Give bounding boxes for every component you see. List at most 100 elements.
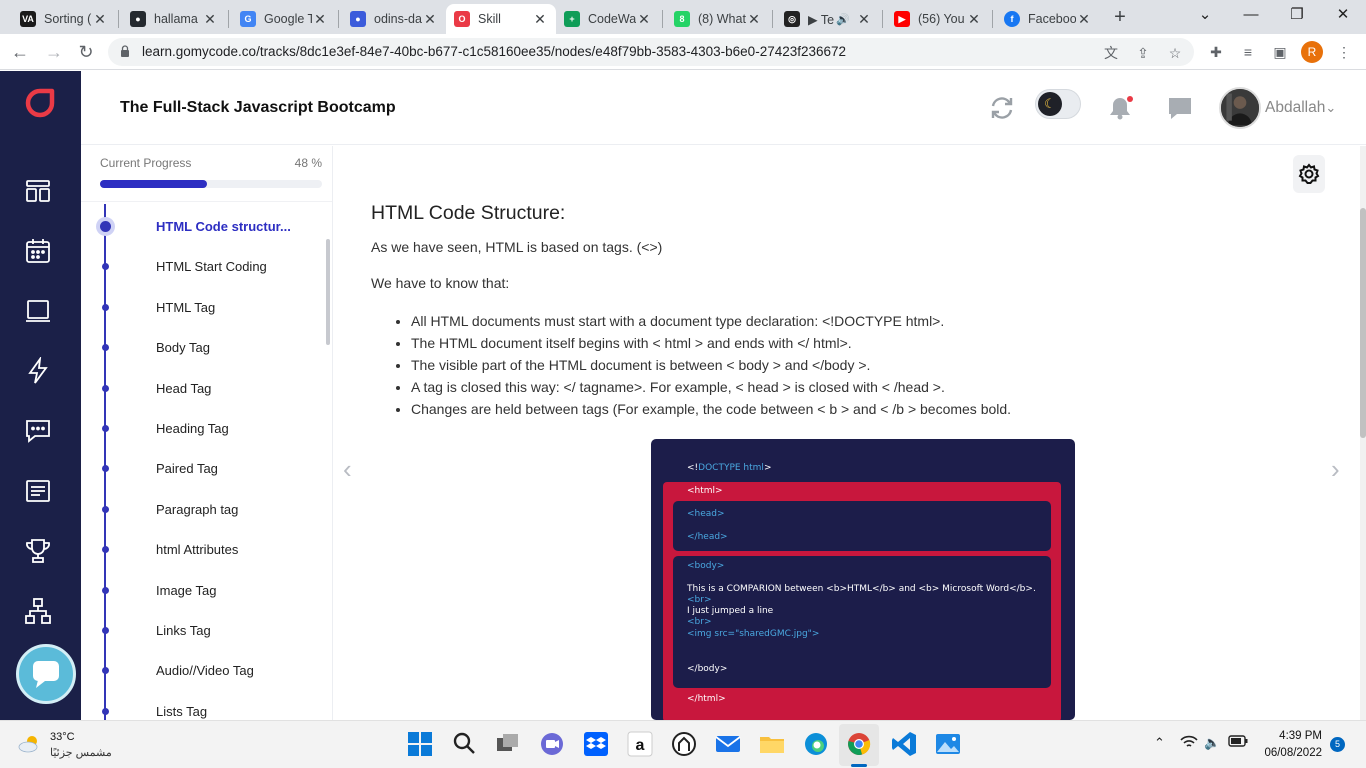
- amazon-icon[interactable]: a: [625, 729, 655, 759]
- next-lesson-arrow[interactable]: ›: [1331, 454, 1340, 485]
- weather-description[interactable]: مشمس جزئيًا: [50, 746, 112, 759]
- lesson-label: Body Tag: [156, 340, 210, 356]
- close-tab-icon[interactable]: ✕: [202, 11, 218, 28]
- lesson-item[interactable]: Heading Tag: [81, 416, 321, 442]
- lesson-item[interactable]: HTML Start Coding: [81, 254, 321, 280]
- photos-icon[interactable]: [933, 729, 963, 759]
- lesson-item[interactable]: Head Tag: [81, 376, 321, 402]
- messages-icon[interactable]: [24, 417, 52, 445]
- page-scrollbar[interactable]: [1360, 146, 1366, 720]
- lesson-item-active[interactable]: HTML Code structur...: [81, 214, 321, 240]
- wifi-icon[interactable]: [1180, 735, 1198, 752]
- volume-icon[interactable]: 🔈: [1204, 735, 1220, 751]
- back-icon[interactable]: ←: [8, 40, 32, 64]
- tab-search-icon[interactable]: ⌄: [1182, 4, 1228, 26]
- notes-icon[interactable]: [24, 477, 52, 505]
- trophy-icon[interactable]: [24, 537, 52, 565]
- gomycode-logo-icon[interactable]: [25, 88, 55, 118]
- notifications-bell-icon[interactable]: [1105, 93, 1135, 123]
- close-tab-icon[interactable]: ✕: [636, 11, 652, 28]
- audio-playing-icon[interactable]: 🔊: [836, 13, 850, 26]
- browser-tab[interactable]: ● hallama ✕: [122, 4, 226, 34]
- lesson-item[interactable]: Paragraph tag: [81, 497, 321, 523]
- chrome-icon[interactable]: [844, 729, 874, 759]
- dashboard-icon[interactable]: [24, 177, 52, 205]
- reload-icon[interactable]: ↻: [74, 40, 98, 64]
- dropbox-icon[interactable]: [581, 729, 611, 759]
- wifi-icon-glyph: [1180, 735, 1198, 747]
- media-queue-icon[interactable]: ≡: [1238, 42, 1258, 62]
- browser-tab[interactable]: + CodeWa ✕: [556, 4, 660, 34]
- sync-icon[interactable]: [987, 93, 1017, 123]
- laptop-icon[interactable]: [24, 297, 52, 325]
- file-explorer-icon[interactable]: [757, 729, 787, 759]
- browser-tab[interactable]: G Google T ✕: [232, 4, 336, 34]
- clock-date[interactable]: 06/08/2022: [1252, 747, 1322, 759]
- new-tab-button[interactable]: +: [1108, 6, 1132, 30]
- weather-temperature[interactable]: 33°C: [50, 731, 75, 743]
- extensions-icon[interactable]: ✚: [1206, 42, 1226, 62]
- scrollbar-thumb[interactable]: [1360, 208, 1366, 438]
- side-panel-icon[interactable]: ▣: [1270, 42, 1290, 62]
- previous-lesson-arrow[interactable]: ‹: [343, 454, 352, 485]
- edge-icon[interactable]: [801, 729, 831, 759]
- bookmark-star-icon[interactable]: ☆: [1166, 44, 1184, 62]
- weather-sun-cloud-icon[interactable]: [18, 733, 42, 753]
- close-window-button[interactable]: ✕: [1320, 4, 1366, 26]
- lightning-icon[interactable]: [24, 357, 52, 385]
- search-icon[interactable]: [449, 729, 479, 759]
- avatar[interactable]: [1219, 87, 1261, 129]
- support-chat-button[interactable]: [16, 644, 76, 704]
- browser-tab[interactable]: 8 (8) What ✕: [666, 4, 770, 34]
- mail-icon[interactable]: [713, 729, 743, 759]
- close-tab-icon[interactable]: ✕: [532, 11, 548, 28]
- share-icon[interactable]: ⇪: [1134, 44, 1152, 62]
- minimize-button[interactable]: —: [1228, 4, 1274, 26]
- windows-start-icon[interactable]: [405, 729, 435, 759]
- task-view-icon[interactable]: [493, 729, 523, 759]
- close-tab-icon[interactable]: ✕: [746, 11, 762, 28]
- browser-tab[interactable]: ◎ ▶ Te 🔊 ✕: [776, 4, 880, 34]
- translate-icon[interactable]: 文: [1102, 44, 1120, 62]
- vscode-icon[interactable]: [889, 729, 919, 759]
- restore-button[interactable]: ❐: [1274, 4, 1320, 26]
- chrome-menu-icon[interactable]: ⋮: [1334, 42, 1354, 62]
- close-tab-icon[interactable]: ✕: [312, 11, 328, 28]
- teams-chat-icon[interactable]: [537, 729, 567, 759]
- close-tab-icon[interactable]: ✕: [856, 11, 872, 28]
- profile-avatar[interactable]: R: [1301, 41, 1323, 63]
- close-tab-icon[interactable]: ✕: [92, 11, 108, 28]
- lesson-label: Lists Tag: [156, 703, 208, 719]
- close-tab-icon[interactable]: ✕: [966, 11, 982, 28]
- browser-tab-active[interactable]: O Skill ✕: [446, 4, 556, 34]
- browser-tab[interactable]: ▶ (56) You ✕: [886, 4, 990, 34]
- username[interactable]: Abdallah⌄: [1265, 99, 1336, 117]
- lock-icon[interactable]: [120, 45, 130, 57]
- lesson-item[interactable]: Links Tag: [81, 618, 321, 644]
- lesson-item[interactable]: HTML Tag: [81, 295, 321, 321]
- close-tab-icon[interactable]: ✕: [1076, 11, 1092, 28]
- notification-badge[interactable]: 5: [1330, 737, 1345, 752]
- browser-tab[interactable]: ● odins-da ✕: [342, 4, 446, 34]
- dark-mode-toggle[interactable]: ☾: [1035, 89, 1081, 119]
- forward-icon[interactable]: →: [42, 40, 66, 64]
- lesson-item[interactable]: Body Tag: [81, 335, 321, 361]
- lesson-item[interactable]: Image Tag: [81, 578, 321, 604]
- browser-tab[interactable]: VA Sorting ( ✕: [12, 4, 116, 34]
- settings-button[interactable]: [1293, 155, 1325, 193]
- address-bar[interactable]: learn.gomycode.co/tracks/8dc1e3ef-84e7-4…: [108, 38, 1194, 66]
- lesson-item[interactable]: Paired Tag: [81, 456, 321, 482]
- clock-time[interactable]: 4:39 PM: [1262, 730, 1322, 742]
- github-desktop-icon[interactable]: [669, 729, 699, 759]
- sidebar-scrollbar[interactable]: [326, 239, 330, 345]
- calendar-icon[interactable]: [24, 237, 52, 265]
- lesson-item[interactable]: Lists Tag: [81, 699, 321, 720]
- close-tab-icon[interactable]: ✕: [422, 11, 438, 28]
- tray-overflow-chevron-icon[interactable]: ⌃: [1154, 735, 1165, 751]
- chat-icon[interactable]: [1165, 93, 1195, 123]
- browser-tab[interactable]: f Faceboo ✕: [996, 4, 1100, 34]
- hierarchy-icon[interactable]: [24, 597, 52, 625]
- lesson-item[interactable]: Audio//Video Tag: [81, 658, 321, 684]
- battery-icon[interactable]: [1228, 735, 1248, 750]
- lesson-item[interactable]: html Attributes: [81, 537, 321, 563]
